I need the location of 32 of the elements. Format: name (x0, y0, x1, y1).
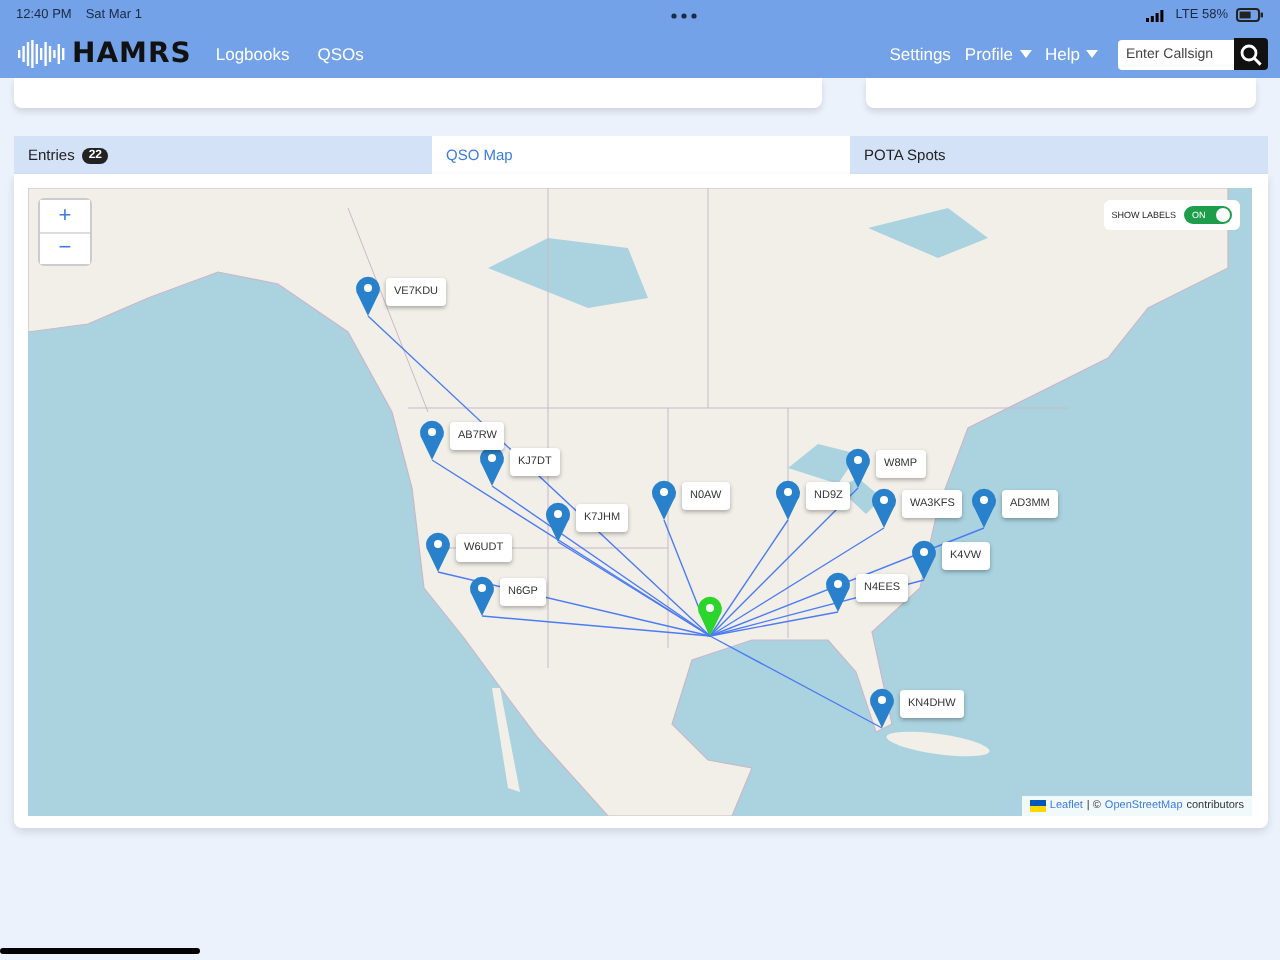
peninsula-drawing (492, 688, 520, 792)
battery-icon (1236, 8, 1264, 22)
map-pin-icon[interactable] (420, 420, 444, 460)
map-pin-icon[interactable] (426, 532, 450, 572)
nav-link[interactable]: Settings (889, 44, 951, 64)
signal-icon (1145, 9, 1164, 21)
map-pin-icon[interactable] (872, 488, 896, 528)
map-pin-icon[interactable] (912, 540, 936, 580)
nav-link[interactable]: QSOs (317, 44, 364, 64)
toggle-knob (1216, 208, 1230, 222)
caret-icon (1086, 50, 1098, 58)
map-pin-icon[interactable] (546, 502, 570, 542)
waveform-logo-icon (18, 40, 66, 68)
flag-icon (1029, 800, 1046, 812)
home-pin-icon[interactable] (698, 596, 722, 636)
nav-link[interactable]: Help (1045, 44, 1098, 64)
search-icon (1240, 43, 1262, 65)
brand-name[interactable]: HAMRS (72, 38, 192, 70)
zoom-out-button[interactable]: − (40, 232, 90, 264)
map-pin-icon[interactable] (776, 480, 800, 520)
map-pin-icon[interactable] (972, 488, 996, 528)
map-pin-icon[interactable] (870, 688, 894, 728)
map-pin-icon[interactable] (470, 576, 494, 616)
nav-link[interactable]: Profile (964, 44, 1032, 64)
map-pin-icon[interactable] (652, 480, 676, 520)
search-button[interactable] (1234, 38, 1268, 70)
map-pin-icon[interactable] (826, 572, 850, 612)
map-pin-icon[interactable] (356, 276, 380, 316)
map-pin-icon[interactable] (846, 448, 870, 488)
nav-link[interactable]: Logbooks (215, 44, 290, 64)
multitasking-dots-icon[interactable] (670, 11, 699, 19)
caret-icon (1019, 50, 1032, 58)
